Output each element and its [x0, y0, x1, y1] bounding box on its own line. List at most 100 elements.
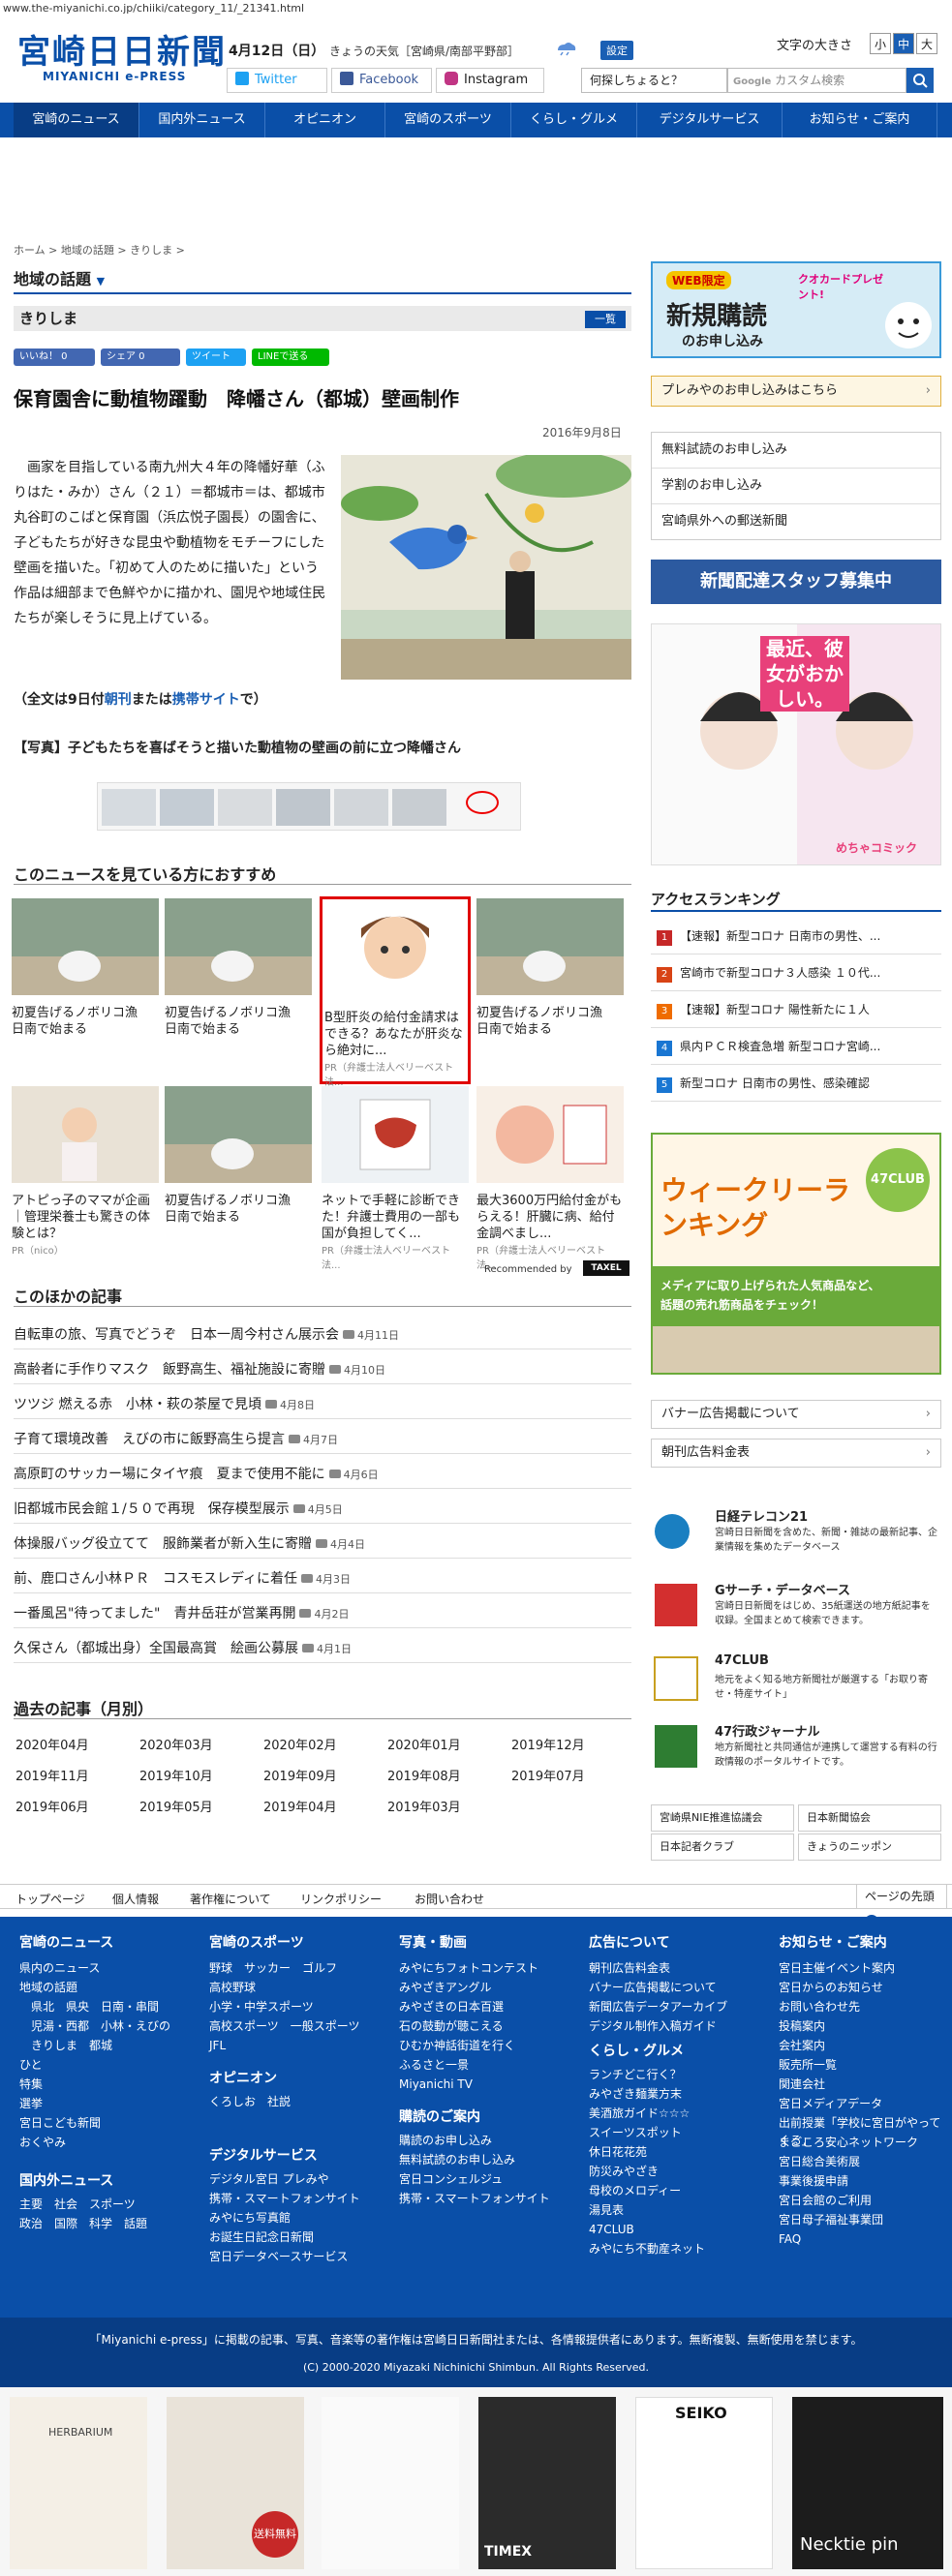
org-link[interactable]: 宮崎県NIE推進協議会 [651, 1804, 794, 1832]
footer-col-link[interactable]: きりしま 都城 [19, 2037, 112, 2054]
footer-col-link[interactable]: みやにち不動産ネット [589, 2240, 705, 2258]
footer-col-link[interactable]: 宮日データベースサービス [209, 2248, 348, 2265]
puremiya-link[interactable]: プレみやのお申し込みはこちら › [651, 376, 941, 407]
footer-link[interactable]: トップページ [15, 1891, 85, 1907]
month-link[interactable]: 2019年10月 [139, 1766, 256, 1784]
footer-col-heading[interactable]: 国内外ニュース [19, 2170, 113, 2190]
staff-recruit-banner[interactable]: 新聞配達スタッフ募集中 [651, 560, 941, 604]
footer-col-heading[interactable]: お知らせ・ご案内 [779, 1932, 887, 1952]
crumb-local[interactable]: 地域の話題 [61, 244, 114, 257]
footer-col-heading[interactable]: デジタルサービス [209, 2145, 318, 2165]
subscribe-banner[interactable]: WEB限定 クオカードプレゼント! 新規購読 のお申し込み [651, 261, 941, 358]
footer-col-link[interactable]: みやざき麺業方末 [589, 2085, 682, 2103]
footer-link[interactable]: リンクポリシー [300, 1891, 382, 1907]
footer-col-link[interactable]: 宮日主催イベント案内 [779, 1959, 895, 1977]
free-trial-link[interactable]: 無料試読のお申し込み [652, 433, 940, 469]
taxel-logo[interactable]: TAXEL [583, 1260, 630, 1276]
month-link[interactable]: 2019年11月 [15, 1766, 132, 1784]
footer-col-link[interactable]: デジタル制作入稿ガイド [589, 2017, 717, 2035]
footer-col-heading[interactable]: 宮崎のニュース [19, 1932, 113, 1952]
month-link[interactable]: 2020年01月 [387, 1735, 504, 1753]
footer-col-link[interactable]: 事業後援申請 [779, 2172, 848, 2190]
recommend-card[interactable]: 最大3600万円給付金がもらえる！肝臓に病、給付金調べまし... PR（弁護士法… [476, 1086, 624, 1271]
ad-bag[interactable] [322, 2397, 459, 2569]
month-link[interactable]: 2020年04月 [15, 1735, 132, 1753]
footer-col-link[interactable]: デジタル宮日 プレみや [209, 2170, 329, 2188]
footer-col-link[interactable]: 宮日メディアデータ [779, 2095, 882, 2112]
month-link[interactable]: 2019年06月 [15, 1797, 132, 1815]
footer-col-link[interactable]: 携帯・スマートフォンサイト [399, 2190, 550, 2207]
footer-col-link[interactable]: 美酒旅ガイド☆☆☆ [589, 2105, 690, 2122]
footer-col-link[interactable]: 宮日会館のご利用 [779, 2192, 872, 2209]
search-button[interactable] [906, 68, 934, 93]
footer-col-link[interactable]: 湯見表 [589, 2201, 624, 2219]
recommend-card-ad[interactable]: B型肝炎の給付金請求はできる？あなたが肝炎なら絶対に... PR（弁護士法人ベリ… [320, 896, 471, 1088]
org-link[interactable]: 日本記者クラブ [651, 1834, 794, 1861]
footer-col-link[interactable]: おくやみ [19, 2134, 66, 2151]
ad-rate-link[interactable]: 朝刊広告料金表 › [651, 1439, 941, 1468]
nav-digital[interactable]: デジタルサービス [637, 103, 783, 137]
nav-opinion[interactable]: オピニオン [265, 103, 385, 137]
footer-col-link[interactable]: 投稿案内 [779, 2017, 825, 2035]
month-link[interactable]: 2019年05月 [139, 1797, 256, 1815]
footer-col-heading[interactable]: 購読のご案内 [399, 2106, 480, 2126]
footer-col-link[interactable]: 宮日総合美術展 [779, 2153, 860, 2170]
footer-col-link[interactable]: 新聞広告データアーカイブ [589, 1998, 727, 2015]
nav-life-gourmet[interactable]: くらし・グルメ [511, 103, 637, 137]
weekly-ranking-banner[interactable]: ウィークリーランキング 47CLUB メディアに取り上げられた人気商品など、 話題… [651, 1133, 941, 1375]
org-link[interactable]: 日本新聞協会 [798, 1804, 941, 1832]
footer-col-link[interactable]: みやにちフォトコンテスト [399, 1959, 538, 1977]
footer-col-heading[interactable]: くらし・グルメ [589, 2041, 684, 2060]
site-logo[interactable]: 宮崎日日新聞 [17, 25, 227, 73]
footer-col-link[interactable]: 関連会社 [779, 2076, 825, 2093]
month-link[interactable]: 2020年02月 [263, 1735, 380, 1753]
morning-edition-link[interactable]: 朝刊 [105, 692, 132, 708]
footer-col-link[interactable]: バナー広告掲載について [589, 1979, 717, 1996]
media-gsearch[interactable]: Gサーチ・データベース 宮崎日日新聞をはじめ、35紙運送の地方紙記事を収録。全国ま… [651, 1580, 941, 1663]
month-link[interactable]: 2019年04月 [263, 1797, 380, 1815]
footer-col-link[interactable]: まごころ安心ネットワーク [779, 2134, 918, 2151]
section-heading[interactable]: 地域の話題 ▼ [14, 267, 631, 294]
search-input[interactable]: Google カスタム検索 [726, 68, 906, 93]
footer-col-link[interactable]: 宮日コンシェルジュ [399, 2170, 503, 2188]
footer-col-link[interactable]: お誕生日記念日新聞 [209, 2228, 314, 2246]
footer-col-link[interactable]: お問い合わせ先 [779, 1998, 860, 2015]
footer-col-link[interactable]: 販売所一覧 [779, 2056, 837, 2074]
footer-col-link[interactable]: 野球 サッカー ゴルフ [209, 1959, 337, 1977]
footer-col-heading[interactable]: オピニオン [209, 2068, 277, 2087]
footer-col-link[interactable]: 高校スポーツ 一般スポーツ [209, 2017, 360, 2035]
page-top-button[interactable]: ページの先頭 ▲ [856, 1884, 947, 1928]
month-link[interactable]: 2019年08月 [387, 1766, 504, 1784]
footer-col-link[interactable]: 特集 [19, 2076, 43, 2093]
footer-col-link[interactable]: 宮日からのお知らせ [779, 1979, 883, 1996]
footer-col-link[interactable]: Miyanichi TV [399, 2076, 473, 2093]
footer-col-link[interactable]: ふるさと一景 [399, 2056, 469, 2074]
footer-col-link[interactable]: 県内のニュース [19, 1959, 100, 1977]
nav-domestic-news[interactable]: 国内外ニュース [139, 103, 265, 137]
other-article-item[interactable]: 高原町のサッカー場にタイヤ痕 夏まで使用不能に 4月6日 [14, 1460, 631, 1489]
footer-col-link[interactable]: 無料試読のお申し込み [399, 2151, 515, 2168]
ad-herbarium[interactable]: HERBARIUM [10, 2397, 147, 2569]
other-article-item[interactable]: 久保さん（都城出身）全国最高賞 絵画公募展 4月1日 [14, 1634, 631, 1663]
fb-share-button[interactable]: シェア 0 [101, 349, 180, 366]
footer-col-heading[interactable]: 宮崎のスポーツ [209, 1932, 304, 1952]
crumb-kirishima[interactable]: きりしま [130, 244, 172, 257]
article-photo[interactable] [341, 455, 631, 680]
footer-link[interactable]: お問い合わせ [415, 1891, 484, 1907]
footer-col-link[interactable]: 休日花花苑 [589, 2143, 647, 2161]
footer-col-link[interactable]: ランチどこ行く？ [589, 2066, 682, 2083]
footer-col-link[interactable]: ひむか神話街道を行く [399, 2037, 515, 2054]
footer-col-link[interactable]: みやざきの日本百選 [399, 1998, 504, 2015]
media-47gyosei[interactable]: 47行政ジャーナル 地方新聞社と共同通信が連携して運営する有料の行政情報のポータル… [651, 1721, 941, 1804]
recommend-card[interactable]: 初夏告げるノボリコ漁 日南で始まる [165, 1086, 312, 1226]
month-link[interactable]: 2019年12月 [511, 1735, 628, 1753]
footer-col-link[interactable]: 選挙 [19, 2095, 43, 2112]
footer-col-link[interactable]: 県北 県央 日南・串間 [19, 1998, 159, 2015]
facebook-link[interactable]: Facebook [331, 68, 432, 93]
nav-sports[interactable]: 宮崎のスポーツ [385, 103, 511, 137]
fb-like-button[interactable]: いいね！ 0 [14, 349, 95, 366]
manga-ad[interactable]: 最近、彼女がおかしい。 めちゃコミック [651, 623, 941, 865]
month-link[interactable]: 2020年03月 [139, 1735, 256, 1753]
recommend-card[interactable]: アトピっ子のママが企画｜管理栄養士も驚きの体験とは？ PR（nico） [12, 1086, 159, 1257]
other-article-item[interactable]: 前、鹿口さん小林ＰＲ コスモスレディに着任 4月3日 [14, 1564, 631, 1593]
